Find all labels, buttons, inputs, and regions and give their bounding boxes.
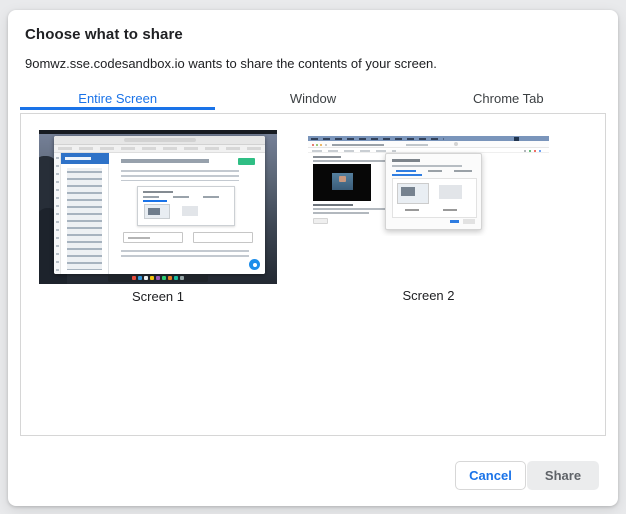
- thumb1-dock: [108, 274, 208, 282]
- thumb1-content-area: [109, 153, 265, 274]
- thumb1-sidebar-list: [61, 164, 109, 274]
- thumb1-input-box: [123, 232, 183, 243]
- dialog-subtitle: 9omwz.sse.codesandbox.io wants to share …: [25, 56, 437, 71]
- thumb2-text-line: [313, 208, 385, 210]
- dialog-title: Choose what to share: [25, 26, 183, 43]
- thumb2-nested-thumb: [397, 183, 429, 204]
- thumb2-small-button: [313, 218, 328, 224]
- thumb2-nested-share: [463, 219, 475, 224]
- thumb1-browser-window: [54, 136, 265, 274]
- thumb2-nested-tab: [396, 170, 416, 172]
- thumb1-bookmarks-bar: [54, 145, 265, 153]
- thumb1-heading-line: [121, 159, 209, 163]
- thumb2-toolbar: [308, 141, 549, 148]
- thumb2-nested-label: [443, 209, 457, 211]
- dock-app-icon: [174, 276, 178, 280]
- thumb1-window-body: [54, 153, 265, 274]
- dock-app-icon: [132, 276, 136, 280]
- cancel-button[interactable]: Cancel: [455, 461, 526, 490]
- dock-app-icon: [150, 276, 154, 280]
- thumb2-nested-thumb: [439, 185, 462, 199]
- thumb2-nested-subtitle: [392, 165, 462, 167]
- thumb2-nested-tab: [428, 170, 442, 172]
- thumb2-toolbar-icons: [312, 144, 314, 146]
- dock-app-icon: [162, 276, 166, 280]
- screen-2-label: Screen 2: [308, 288, 549, 303]
- thumb2-nested-panel: [392, 178, 477, 218]
- screen-1-label: Screen 1: [39, 289, 277, 304]
- screen-2-thumbnail: [308, 136, 549, 236]
- messenger-badge-icon: [249, 259, 260, 270]
- active-tab-underline: [20, 107, 215, 110]
- thumb1-paragraph-lines: [121, 170, 239, 181]
- tab-window[interactable]: Window: [215, 86, 410, 110]
- dock-app-icon: [138, 276, 142, 280]
- thumb2-video-frame: [313, 164, 371, 201]
- thumb1-nested-title: [143, 191, 173, 193]
- thumb2-text-line: [313, 204, 353, 206]
- thumb1-address-bar: [124, 138, 196, 142]
- thumb2-text-line: [313, 212, 369, 214]
- thumb2-person: [332, 173, 353, 190]
- thumb1-input-box: [193, 232, 253, 243]
- screen-1-tile[interactable]: Screen 1: [39, 130, 277, 304]
- share-button[interactable]: Share: [527, 461, 599, 490]
- thumb2-nested-label: [405, 209, 419, 211]
- screen-2-tile[interactable]: Screen 2: [308, 136, 549, 304]
- thumb2-nested-cancel: [450, 220, 459, 223]
- thumb1-nested-thumb: [182, 206, 198, 216]
- tab-chrome-tab[interactable]: Chrome Tab: [411, 86, 606, 110]
- page-background: { "dialog": { "title": "Choose what to s…: [0, 0, 626, 514]
- thumb2-tab-text: [332, 144, 384, 146]
- thumb2-nested-dialog: [385, 153, 482, 230]
- dock-app-icon: [156, 276, 160, 280]
- thumb1-sidebar-header: [61, 153, 109, 164]
- thumb1-icon-rail: [54, 153, 61, 274]
- dock-app-icon: [168, 276, 172, 280]
- thumb2-nested-tab: [454, 170, 472, 172]
- thumb1-nested-tabs: [143, 196, 229, 198]
- thumb1-nested-underline: [143, 200, 167, 202]
- thumb2-person-face: [339, 176, 346, 182]
- thumb2-nested-title: [392, 159, 420, 162]
- thumb1-menu-bar: [39, 130, 277, 134]
- share-dialog: Choose what to share 9omwz.sse.codesandb…: [8, 10, 618, 506]
- screen-options-panel: Screen 1: [20, 113, 606, 436]
- thumb1-nested-thumb: [144, 204, 170, 219]
- thumb1-green-badge: [238, 158, 255, 165]
- thumb2-text-line: [313, 156, 341, 158]
- screen-1-thumbnail: [39, 130, 277, 284]
- thumb2-nested-underline: [392, 174, 422, 176]
- thumb1-footer-lines: [121, 250, 249, 260]
- thumb1-nested-dialog: [137, 186, 235, 226]
- dock-app-icon: [144, 276, 148, 280]
- thumb2-address-text: [406, 144, 428, 146]
- thumb1-toolbar: [54, 136, 265, 145]
- thumb2-avatar-icon: [454, 142, 458, 146]
- dock-app-icon: [180, 276, 184, 280]
